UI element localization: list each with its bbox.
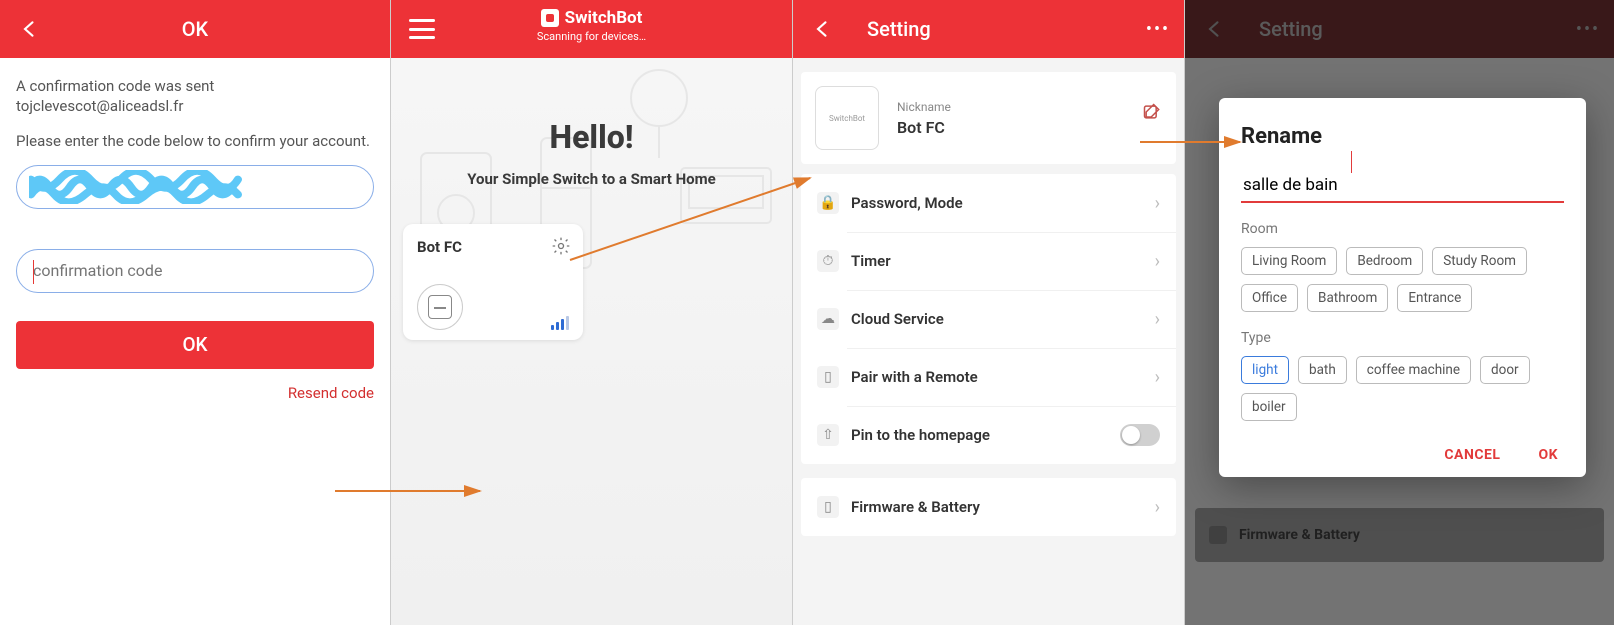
bot-icon — [417, 284, 463, 330]
row-label: Cloud Service — [851, 310, 1155, 328]
nickname-value: Bot FC — [897, 118, 951, 137]
rename-dialog-screen: Setting ••• Firmware & Battery Rename Ro… — [1184, 0, 1614, 625]
scanning-text: Scanning for devices… — [537, 30, 646, 43]
ok-button[interactable]: OK — [1538, 447, 1558, 463]
chevron-right-icon: › — [1155, 367, 1160, 388]
setting-body: SwitchBot Nickname Bot FC 🔒 Password, Mo… — [793, 58, 1184, 546]
row-label: Pin to the homepage — [851, 426, 1120, 444]
device-thumbnail: SwitchBot — [815, 86, 879, 150]
pin-icon: ⇧ — [817, 424, 839, 446]
signal-icon — [551, 316, 569, 330]
row-label: Password, Mode — [851, 194, 1155, 212]
rename-dialog: Rename Room Living Room Bedroom Study Room… — [1219, 98, 1586, 477]
row-label: Firmware & Battery — [851, 498, 1155, 516]
chevron-right-icon: › — [1155, 193, 1160, 214]
settings-section-1: 🔒 Password, Mode › ⏱ Timer › ☁ Cloud Ser… — [801, 174, 1176, 464]
row-timer[interactable]: ⏱ Timer › — [801, 232, 1176, 290]
cancel-button[interactable]: CANCEL — [1444, 447, 1500, 463]
settings-section-2: ▯ Firmware & Battery › — [801, 478, 1176, 536]
dialog-title: Rename — [1241, 124, 1564, 149]
more-icon[interactable]: ••• — [1144, 15, 1172, 43]
redaction-scribble — [29, 170, 243, 204]
menu-icon[interactable] — [407, 15, 437, 43]
confirmation-code-input[interactable] — [33, 261, 357, 280]
device-card-title: Bot FC — [417, 238, 569, 256]
room-label: Room — [1241, 221, 1564, 237]
type-chips: light bath coffee machine door boiler — [1241, 356, 1564, 421]
lock-icon: 🔒 — [817, 192, 839, 214]
brand-block: SwitchBot Scanning for devices… — [391, 8, 792, 43]
rename-input[interactable] — [1241, 171, 1564, 203]
back-icon[interactable] — [16, 15, 44, 43]
header-2: SwitchBot Scanning for devices… — [391, 0, 792, 58]
remote-icon: ▯ — [817, 366, 839, 388]
edit-icon[interactable] — [1142, 102, 1162, 122]
home-screen: SwitchBot Scanning for devices… Hello! Y… — [390, 0, 792, 625]
room-chip[interactable]: Bedroom — [1346, 247, 1423, 275]
row-firmware-battery[interactable]: ▯ Firmware & Battery › — [801, 478, 1176, 536]
room-chips: Living Room Bedroom Study Room Office Bathro… — [1241, 247, 1564, 312]
masked-email-field — [16, 165, 374, 209]
row-cloud-service[interactable]: ☁ Cloud Service › — [801, 290, 1176, 348]
room-chip[interactable]: Office — [1241, 284, 1298, 312]
resend-code-link[interactable]: Resend code — [16, 383, 374, 403]
hello-block: Hello! Your Simple Switch to a Smart Hom… — [403, 118, 780, 188]
device-card[interactable]: Bot FC — [403, 224, 583, 340]
row-pair-remote[interactable]: ▯ Pair with a Remote › — [801, 348, 1176, 406]
info-text-1: A confirmation code was sent tojclevesco… — [16, 76, 374, 117]
clock-icon: ⏱ — [817, 250, 839, 272]
confirmation-code-field[interactable] — [16, 249, 374, 293]
confirmation-body: A confirmation code was sent tojclevesco… — [0, 58, 390, 403]
hello-title: Hello! — [403, 118, 780, 156]
confirmation-screen: OK A confirmation code was sent tojcleve… — [0, 0, 390, 625]
chevron-right-icon: › — [1155, 309, 1160, 330]
type-chip[interactable]: bath — [1298, 356, 1347, 384]
chevron-right-icon: › — [1155, 497, 1160, 518]
back-icon[interactable] — [809, 15, 837, 43]
setting-screen: Setting ••• SwitchBot Nickname Bot FC 🔒 … — [792, 0, 1184, 625]
type-chip[interactable]: boiler — [1241, 393, 1297, 421]
pin-toggle[interactable] — [1120, 424, 1160, 446]
row-pin-homepage[interactable]: ⇧ Pin to the homepage — [801, 406, 1176, 464]
room-chip[interactable]: Bathroom — [1307, 284, 1388, 312]
row-label: Pair with a Remote — [851, 368, 1155, 386]
gear-icon[interactable] — [551, 236, 571, 256]
header-1: OK — [0, 0, 390, 58]
type-chip[interactable]: light — [1241, 356, 1289, 384]
header-title-3: Setting — [867, 17, 931, 41]
info-text-2: Please enter the code below to confirm y… — [16, 131, 374, 151]
room-chip[interactable]: Study Room — [1432, 247, 1527, 275]
home-body: Hello! Your Simple Switch to a Smart Hom… — [391, 58, 792, 625]
chevron-right-icon: › — [1155, 251, 1160, 272]
row-label: Timer — [851, 252, 1155, 270]
header-3: Setting ••• — [793, 0, 1184, 58]
room-chip[interactable]: Living Room — [1241, 247, 1337, 275]
ok-button[interactable]: OK — [16, 321, 374, 369]
type-label: Type — [1241, 330, 1564, 346]
brand-name: SwitchBot — [565, 8, 643, 28]
header-title-1: OK — [182, 17, 208, 41]
battery-icon: ▯ — [817, 496, 839, 518]
type-chip[interactable]: door — [1480, 356, 1530, 384]
row-password-mode[interactable]: 🔒 Password, Mode › — [801, 174, 1176, 232]
dialog-actions: CANCEL OK — [1241, 447, 1564, 463]
brand-logo-icon — [541, 9, 559, 27]
type-chip[interactable]: coffee machine — [1356, 356, 1471, 384]
device-header: SwitchBot Nickname Bot FC — [801, 72, 1176, 164]
room-chip[interactable]: Entrance — [1397, 284, 1472, 312]
cloud-icon: ☁ — [817, 308, 839, 330]
hello-tagline: Your Simple Switch to a Smart Home — [403, 170, 780, 188]
nickname-label: Nickname — [897, 100, 951, 114]
